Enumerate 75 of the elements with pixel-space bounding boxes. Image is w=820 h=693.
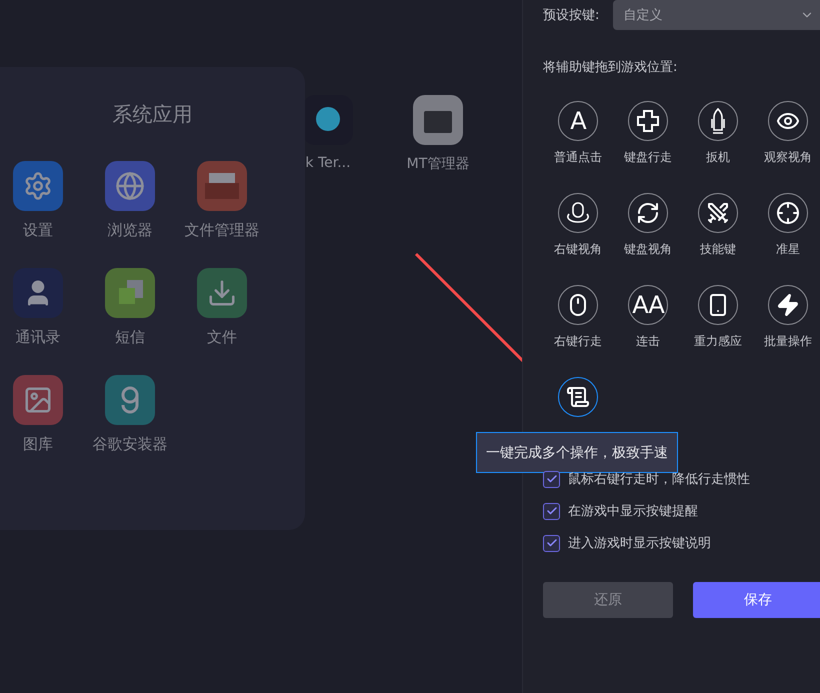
mouse-orbit-icon: [564, 201, 592, 225]
app-icon[interactable]: [105, 375, 155, 425]
checkbox[interactable]: [543, 502, 560, 520]
swords-icon: [706, 201, 730, 225]
key-button[interactable]: [558, 193, 598, 233]
bolt-icon: [776, 293, 800, 317]
key-button[interactable]: [698, 193, 738, 233]
app-icon[interactable]: [303, 95, 353, 145]
key-label: 键盘行走: [624, 149, 672, 166]
app-icon[interactable]: [197, 268, 247, 318]
app-icon[interactable]: [13, 268, 63, 318]
key-label: 扳机: [706, 149, 730, 166]
key-button[interactable]: [698, 101, 738, 141]
key-button[interactable]: [768, 285, 808, 325]
preset-label: 预设按键:: [543, 7, 600, 24]
key-label: 普通点击: [554, 149, 602, 166]
key-button[interactable]: [628, 101, 668, 141]
option-label: 进入游戏时显示按键说明: [568, 535, 711, 552]
letter-icon: AA: [632, 291, 664, 319]
rotate-icon: [636, 201, 660, 225]
key-button[interactable]: [558, 285, 598, 325]
download-icon: [207, 278, 237, 308]
check-icon: [546, 473, 558, 485]
app-label: 文件: [207, 328, 237, 347]
key-label: 技能键: [700, 241, 736, 258]
app-label: MT管理器: [406, 155, 470, 173]
app-label: 谷歌安装器: [92, 435, 168, 454]
key-label: 连击: [636, 333, 660, 350]
app-icon[interactable]: [413, 95, 463, 145]
app-label: k Ter...: [305, 155, 351, 171]
crosshair-icon: [776, 201, 800, 225]
app-label: 通讯录: [16, 328, 60, 347]
key-label: 键盘视角: [624, 241, 672, 258]
app-label: 文件管理器: [184, 221, 260, 240]
app-icon[interactable]: [197, 161, 247, 211]
bullet-icon: [710, 108, 726, 134]
app-icon[interactable]: [13, 375, 63, 425]
preset-dropdown[interactable]: 自定义: [613, 0, 820, 30]
tooltip: 一键完成多个操作，极致手速: [476, 432, 678, 473]
option-label: 在游戏中显示按键提醒: [568, 503, 698, 520]
drag-hint: 将辅助键拖到游戏位置:: [543, 59, 678, 76]
letter-icon: A: [570, 107, 586, 135]
key-label: 右键视角: [554, 241, 602, 258]
key-button[interactable]: AA: [628, 285, 668, 325]
app-label: 短信: [115, 328, 145, 347]
key-label: 右键行走: [554, 333, 602, 350]
globe-icon: [115, 171, 145, 201]
script-icon: [566, 385, 590, 409]
checkbox[interactable]: [543, 534, 560, 552]
app-icon[interactable]: [105, 268, 155, 318]
folder-title: 系统应用: [112, 101, 192, 128]
key-button[interactable]: [628, 193, 668, 233]
key-label: 准星: [776, 241, 800, 258]
check-icon: [546, 537, 558, 549]
save-button[interactable]: 保存: [693, 582, 820, 618]
image-icon: [23, 385, 53, 415]
key-label: 观察视角: [764, 149, 812, 166]
key-button[interactable]: [698, 285, 738, 325]
app-icon[interactable]: [105, 161, 155, 211]
checkbox[interactable]: [543, 470, 560, 488]
gear-icon: [23, 171, 53, 201]
key-label: 重力感应: [694, 333, 742, 350]
key-button[interactable]: [768, 101, 808, 141]
app-label: 浏览器: [108, 221, 152, 240]
reset-button[interactable]: 还原: [543, 582, 673, 618]
plus-icon: [636, 109, 660, 133]
check-icon: [546, 505, 558, 517]
key-button[interactable]: A: [558, 101, 598, 141]
key-button[interactable]: [768, 193, 808, 233]
key-button[interactable]: [558, 377, 598, 417]
option-label: 鼠标右键行走时，降低行走惯性: [568, 471, 750, 488]
key-label: 批量操作: [764, 333, 812, 350]
app-icon[interactable]: [13, 161, 63, 211]
app-label: 图库: [23, 435, 53, 454]
app-label: 设置: [23, 221, 53, 240]
